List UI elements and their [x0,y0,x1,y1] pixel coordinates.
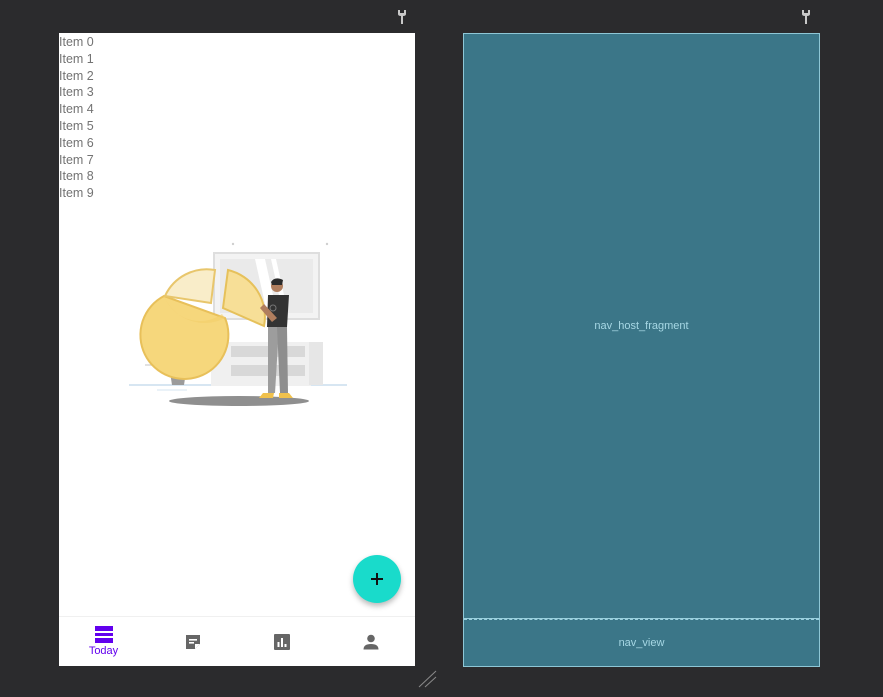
design-surface[interactable]: Item 0 Item 1 Item 2 Item 3 Item 4 Item … [59,33,415,666]
design-wrench-icon[interactable] [396,9,408,25]
resize-handle-icon[interactable] [418,670,438,688]
add-icon [371,573,383,585]
list-item[interactable]: Item 1 [59,51,94,68]
nav-item-today[interactable]: Today [59,617,148,666]
list-item[interactable]: Item 6 [59,135,94,152]
bottom-navigation: Today [59,616,415,666]
nav-view-blueprint[interactable]: nav_view [464,619,819,666]
pie-chart-illustration [127,238,349,418]
list-item[interactable]: Item 3 [59,84,94,101]
list-item[interactable]: Item 2 [59,68,94,85]
nav-view-label: nav_view [618,637,665,649]
nav-host-fragment-label: nav_host_fragment [594,320,689,332]
nav-host-fragment-blueprint[interactable]: nav_host_fragment [464,34,819,619]
chart-icon [273,633,290,650]
list-item[interactable]: Item 8 [59,168,94,185]
list-item[interactable]: Item 7 [59,152,94,169]
blueprint-wrench-icon[interactable] [800,9,812,25]
nav-item-profile[interactable] [326,617,415,666]
list-item[interactable]: Item 9 [59,185,94,202]
person-icon [363,634,378,649]
note-icon [185,634,200,649]
add-fab-button[interactable] [353,555,401,603]
blueprint-surface[interactable]: nav_host_fragment nav_view [463,33,820,667]
list-item[interactable]: Item 0 [59,34,94,51]
list-item[interactable]: Item 5 [59,118,94,135]
item-list[interactable]: Item 0 Item 1 Item 2 Item 3 Item 4 Item … [59,34,94,202]
list-item[interactable]: Item 4 [59,101,94,118]
nav-item-stats[interactable] [237,617,326,666]
nav-label-today: Today [88,645,119,657]
today-icon [94,626,113,643]
nav-item-notes[interactable] [148,617,237,666]
